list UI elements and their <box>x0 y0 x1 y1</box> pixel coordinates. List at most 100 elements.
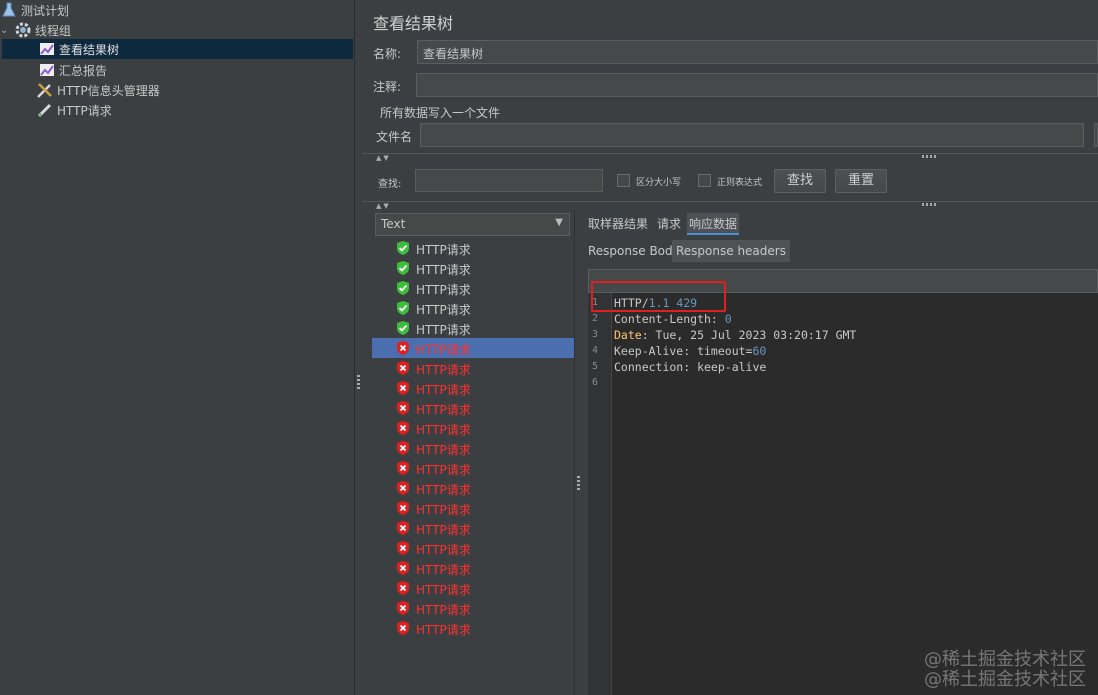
result-label: HTTP请求 <box>416 503 471 517</box>
chart-listener-icon <box>38 61 56 79</box>
result-label: HTTP请求 <box>416 323 471 337</box>
result-row[interactable]: HTTP请求 <box>372 558 574 578</box>
renderer-select[interactable]: Text ▼ <box>375 213 570 236</box>
case-sensitive-checkbox[interactable] <box>617 174 630 187</box>
wrench-icon <box>36 81 54 99</box>
success-shield-icon <box>395 240 411 256</box>
tab-response-data[interactable]: 响应数据 <box>687 213 740 235</box>
name-field[interactable]: 查看结果树 <box>417 40 1098 64</box>
result-label: HTTP请求 <box>416 383 471 397</box>
result-label: HTTP请求 <box>416 523 471 537</box>
chevron-down-icon: ▼ <box>555 217 563 228</box>
collapse-arrows-icon[interactable]: ▲▼ <box>376 154 391 162</box>
error-shield-icon <box>395 580 411 596</box>
comment-label: 注释: <box>373 80 402 94</box>
result-label: HTTP请求 <box>416 403 471 417</box>
error-shield-icon <box>395 540 411 556</box>
status-highlight-annotation <box>591 281 726 312</box>
test-plan-tree: 测试计划 ⌄ 线程组 查看结果树 汇总报告 HTTP信息头管理器 HTTP请求 <box>0 0 354 695</box>
result-row[interactable]: HTTP请求 <box>372 618 574 638</box>
result-label: HTTP请求 <box>416 283 471 297</box>
chart-listener-icon <box>38 40 56 58</box>
flask-icon <box>0 1 18 19</box>
result-label: HTTP请求 <box>416 543 471 557</box>
error-shield-icon <box>395 520 411 536</box>
gear-icon <box>14 21 32 39</box>
filename-label: 文件名 <box>376 130 413 144</box>
response-headers-editor[interactable]: 1 2 3 4 5 6 HTTP/1.1 429 Content-Length:… <box>588 293 1098 695</box>
collapse-arrows-icon[interactable]: ▲▼ <box>376 202 391 210</box>
listener-panel: 查看结果树 名称: 查看结果树 注释: 所有数据写入一个文件 文件名 ▲▼ 查找… <box>362 0 1098 695</box>
result-row[interactable]: HTTP请求 <box>372 258 574 278</box>
line-number: 2 <box>592 313 599 324</box>
result-row[interactable]: HTTP请求 <box>372 578 574 598</box>
page-title: 查看结果树 <box>373 14 454 33</box>
result-row[interactable]: HTTP请求 <box>372 318 574 338</box>
result-row[interactable]: HTTP请求 <box>372 378 574 398</box>
reset-button[interactable]: 重置 <box>835 169 887 193</box>
result-row[interactable]: HTTP请求 <box>372 458 574 478</box>
watermark: @稀土掘金技术社区 @稀土掘金技术社区 <box>924 649 1086 690</box>
name-label: 名称: <box>373 47 402 61</box>
result-label: HTTP请求 <box>416 603 471 617</box>
tree-node-label: 线程组 <box>35 23 72 38</box>
result-row[interactable]: HTTP请求 <box>372 438 574 458</box>
success-shield-icon <box>395 300 411 316</box>
case-sensitive-label: 区分大小写 <box>636 178 682 188</box>
line-number: 5 <box>592 361 599 372</box>
tab-response-headers[interactable]: Response headers <box>672 240 790 262</box>
browse-button[interactable] <box>1094 123 1098 147</box>
success-shield-icon <box>395 320 411 336</box>
result-row[interactable]: HTTP请求 <box>372 418 574 438</box>
list-splitter[interactable] <box>574 210 582 695</box>
error-shield-icon <box>395 460 411 476</box>
result-row[interactable]: HTTP请求 <box>372 358 574 378</box>
result-row[interactable]: HTTP请求 <box>372 278 574 298</box>
error-shield-icon <box>395 440 411 456</box>
result-label: HTTP请求 <box>416 423 471 437</box>
tree-splitter[interactable] <box>354 0 362 695</box>
result-label: HTTP请求 <box>416 343 471 357</box>
error-shield-icon <box>395 600 411 616</box>
tree-node-header-manager[interactable]: HTTP信息头管理器 <box>2 80 353 100</box>
tree-node-summary-report[interactable]: 汇总报告 <box>2 60 353 80</box>
tree-node-label: 查看结果树 <box>59 42 120 57</box>
error-shield-icon <box>395 480 411 496</box>
result-row[interactable]: HTTP请求 <box>372 538 574 558</box>
splitter-top[interactable]: ▲▼ <box>362 153 1098 162</box>
splitter-grip <box>922 155 936 158</box>
tree-node-http-request[interactable]: HTTP请求 <box>2 100 353 120</box>
success-shield-icon <box>395 260 411 276</box>
result-label: HTTP请求 <box>416 243 471 257</box>
tab-sampler-result[interactable]: 取样器结果 <box>586 213 650 235</box>
filename-field[interactable] <box>420 123 1084 147</box>
result-row[interactable]: HTTP请求 <box>372 518 574 538</box>
tree-node-test-plan[interactable]: 测试计划 <box>0 0 354 20</box>
comment-field[interactable] <box>416 73 1098 97</box>
result-list: HTTP请求 HTTP请求 HTTP请求 HTTP请求 HTTP请求 HTTP请求 HTTP… <box>372 238 574 695</box>
code-line-content-length: Content-Length: 0 <box>614 312 732 326</box>
result-label: HTTP请求 <box>416 263 471 277</box>
code-line-connection: Connection: keep-alive <box>614 360 767 374</box>
splitter-middle[interactable]: ▲▼ <box>362 201 1098 210</box>
tab-request[interactable]: 请求 <box>655 213 683 235</box>
result-row[interactable]: HTTP请求 <box>372 498 574 518</box>
tree-node-thread-group[interactable]: ⌄ 线程组 <box>0 20 354 40</box>
result-row[interactable]: HTTP请求 <box>372 598 574 618</box>
chevron-down-icon[interactable]: ⌄ <box>0 25 14 36</box>
line-number: 3 <box>592 329 599 340</box>
tree-node-label: 汇总报告 <box>59 63 108 78</box>
result-label: HTTP请求 <box>416 583 471 597</box>
result-row[interactable]: HTTP请求 <box>372 398 574 418</box>
pipette-icon <box>36 101 54 119</box>
regex-checkbox[interactable] <box>698 174 711 187</box>
result-row[interactable]: HTTP请求 <box>372 338 574 358</box>
result-row[interactable]: HTTP请求 <box>372 478 574 498</box>
tree-node-view-results-tree[interactable]: 查看结果树 <box>2 39 353 59</box>
result-row[interactable]: HTTP请求 <box>372 238 574 258</box>
search-input[interactable] <box>415 169 603 192</box>
tab-response-body[interactable]: Response Body <box>584 240 684 262</box>
result-row[interactable]: HTTP请求 <box>372 298 574 318</box>
find-button[interactable]: 查找 <box>774 169 826 193</box>
error-shield-icon <box>395 420 411 436</box>
